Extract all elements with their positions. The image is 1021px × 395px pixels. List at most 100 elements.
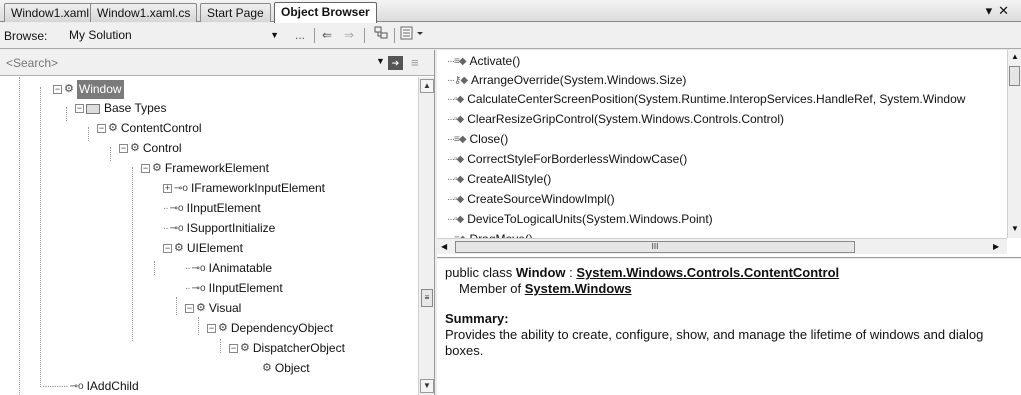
add-reference-button[interactable] — [372, 26, 390, 45]
tree-node-visual[interactable]: − ⚙ Visual — [185, 299, 241, 318]
clear-search-icon[interactable]: ≡ — [411, 55, 419, 70]
tree-node-dispatcherobject[interactable]: − ⚙ DispatcherObject — [229, 339, 345, 358]
collapse-icon[interactable]: − — [119, 144, 128, 153]
scrollbar-thumb[interactable]: ≡ — [421, 289, 433, 307]
settings-dropdown-button[interactable] — [398, 26, 428, 45]
scroll-down-icon[interactable]: ▼ — [1011, 224, 1019, 233]
tree-node-base-types[interactable]: − Base Types — [75, 99, 166, 118]
tab-window1-xaml[interactable]: Window1.xaml — [4, 3, 97, 22]
tree-guide-line — [220, 339, 221, 353]
tree-node-isupportinitialize[interactable]: ·· ⊸o ISupportInitialize — [163, 219, 275, 238]
member-label: CalculateCenterScreenPosition(System.Run… — [467, 92, 966, 106]
tree-node-ianimatable[interactable]: ·· ⊸o IAnimatable — [185, 259, 272, 278]
tree-node-object[interactable]: ⚙ Object — [262, 359, 310, 378]
members-horizontal-scrollbar[interactable]: ◀ III ▶ — [437, 238, 1007, 254]
tree-node-iframeworkinputelement[interactable]: + ⊸o IFrameworkInputElement — [163, 179, 325, 198]
tab-object-browser[interactable]: Object Browser — [274, 2, 377, 23]
class-icon: ⚙ — [130, 142, 140, 154]
tree-node-iinputelement[interactable]: ·· ⊸o IInputElement — [163, 199, 261, 218]
search-history-chevron-down-icon[interactable]: ▼ — [376, 56, 385, 66]
base-type-link[interactable]: System.Windows.Controls.ContentControl — [576, 265, 839, 280]
scroll-right-icon[interactable]: ▶ — [993, 242, 999, 251]
tree-guide-line — [154, 261, 155, 275]
collapse-icon[interactable]: − — [185, 304, 194, 313]
expand-icon[interactable]: + — [163, 184, 172, 193]
back-arrow-icon[interactable]: ⇐ — [318, 26, 336, 45]
tree-vertical-scrollbar[interactable]: ▲ ≡ ▼ — [418, 77, 434, 395]
scroll-up-icon[interactable]: ▲ — [1011, 52, 1019, 61]
member-item[interactable]: ···≡◆ Close() — [447, 130, 508, 149]
browse-scope-dropdown[interactable]: My Solution ▼ — [62, 26, 286, 45]
class-icon: ⚙ — [262, 362, 272, 374]
tree-guide-line — [19, 77, 20, 395]
member-item[interactable]: ···≡◆ Activate() — [447, 52, 520, 71]
forward-arrow-icon[interactable]: ⇒ — [340, 26, 358, 45]
tree-guide-line — [176, 297, 177, 315]
member-item[interactable]: ···▫◆ CorrectStyleForBorderlessWindowCas… — [447, 150, 687, 169]
tree-node-iaddchild[interactable]: ··········· ⊸o IAddChild — [42, 377, 139, 395]
close-icon[interactable]: ✕ — [998, 3, 1015, 18]
private-method-icon: ···▫◆ — [447, 214, 464, 225]
private-method-icon: ···▫◆ — [447, 194, 464, 205]
member-item[interactable]: ···▫◆ ClearResizeGripControl(System.Wind… — [447, 110, 784, 129]
member-label: CorrectStyleForBorderlessWindowCase() — [467, 152, 688, 166]
tree-node-frameworkelement[interactable]: − ⚙ FrameworkElement — [141, 159, 269, 178]
tree-node-dependencyobject[interactable]: − ⚙ DependencyObject — [207, 319, 333, 338]
scroll-up-icon[interactable]: ▲ — [420, 79, 434, 93]
collapse-icon[interactable]: − — [53, 85, 62, 94]
member-item[interactable]: ···⚷◆ ArrangeOverride(System.Windows.Siz… — [447, 71, 686, 90]
tree-node-iinputelement[interactable]: ·· ⊸o IInputElement — [185, 279, 283, 298]
scrollbar-thumb[interactable] — [1009, 66, 1020, 86]
scroll-left-icon[interactable]: ◀ — [441, 242, 447, 251]
tree-node-control[interactable]: − ⚙ Control — [119, 139, 182, 158]
tree-guide-line — [198, 317, 199, 335]
tree-node-contentcontrol[interactable]: − ⚙ ContentControl — [97, 119, 202, 138]
members-vertical-scrollbar[interactable]: ▲ ▼ — [1007, 50, 1021, 238]
edit-custom-component-set-button[interactable]: ... — [290, 26, 310, 45]
tree-guide-line — [110, 147, 111, 161]
namespace-link[interactable]: System.Windows — [525, 281, 632, 296]
tab-start-page[interactable]: Start Page — [200, 3, 271, 22]
browse-scope-value: My Solution — [69, 28, 132, 42]
search-go-icon[interactable]: ➔ — [388, 56, 403, 70]
chevron-down-icon: ▼ — [270, 30, 279, 40]
tab-window1-xaml-cs[interactable]: Window1.xaml.cs — [90, 3, 198, 22]
member-of-line: Member of System.Windows — [445, 281, 1013, 297]
member-label: CreateAllStyle() — [467, 172, 552, 186]
tree-node-label: IFrameworkInputElement — [190, 181, 326, 195]
tree-node-label: Visual — [208, 301, 242, 315]
object-browser-settings-icon — [400, 26, 423, 40]
objects-pane: ▼ ➔ ≡ − ⚙ Window − Base Types − ⚙ Conten… — [0, 50, 435, 395]
collapse-icon[interactable]: − — [229, 344, 238, 353]
tree-node-uielement[interactable]: − ⚙ UIElement — [163, 239, 243, 258]
collapse-icon[interactable]: − — [163, 244, 172, 253]
collapse-icon[interactable]: − — [75, 104, 84, 113]
member-item[interactable]: ···▫◆ DeviceToLogicalUnits(System.Window… — [447, 210, 713, 229]
member-item[interactable]: ···▫◆ CreateAllStyle() — [447, 170, 551, 189]
collapse-icon[interactable]: − — [97, 124, 106, 133]
declaration-separator: : — [565, 265, 577, 280]
interface-icon: ⊸o — [169, 203, 184, 214]
member-item[interactable]: ···▫◆ CalculateCenterScreenPosition(Syst… — [447, 90, 965, 109]
class-icon: ⚙ — [152, 162, 162, 174]
member-label: ArrangeOverride(System.Windows.Size) — [471, 73, 687, 87]
scrollbar-thumb[interactable]: III — [455, 241, 855, 253]
collapse-icon[interactable]: − — [207, 324, 216, 333]
tree-connector: ·· — [163, 203, 169, 214]
object-tree: − ⚙ Window − Base Types − ⚙ ContentContr… — [0, 77, 418, 395]
class-icon: ⚙ — [240, 342, 250, 354]
scroll-down-icon[interactable]: ▼ — [420, 379, 434, 393]
summary-label: Summary: — [445, 311, 509, 326]
collapse-icon[interactable]: − — [141, 164, 150, 173]
members-list: ···≡◆ Activate() ···⚷◆ ArrangeOverride(S… — [437, 50, 1007, 238]
tree-node-label: Window — [76, 80, 124, 99]
tab-dropdown-icon[interactable]: ▾ — [986, 3, 999, 18]
search-input[interactable] — [4, 54, 376, 72]
tree-node-label: DependencyObject — [230, 321, 333, 335]
tree-node-window[interactable]: − ⚙ Window — [53, 80, 124, 99]
member-item[interactable]: ···▫◆ CreateSourceWindowImpl() — [447, 190, 615, 209]
interface-icon: ⊸o — [69, 381, 84, 392]
search-bar: ▼ ➔ ≡ — [0, 50, 434, 76]
member-item[interactable]: ···≡◆ DragMove() — [447, 230, 533, 238]
private-method-icon: ···▫◆ — [447, 154, 464, 165]
